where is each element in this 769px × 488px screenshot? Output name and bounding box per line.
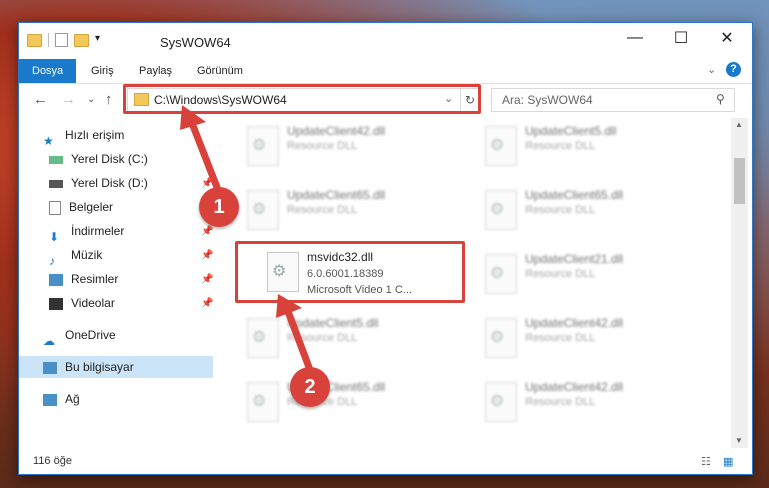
sidebar-item-label: Yerel Disk (C:) [71,152,148,166]
item-count: 116 öğe [33,455,72,467]
maximize-button[interactable]: ☐ [658,23,704,53]
sidebar-item-onedrive[interactable]: ☁ OneDrive [43,324,116,348]
document-icon [49,200,61,215]
sidebar-item-label: Bu bilgisayar [65,360,134,374]
title-bar: ▾ SysWOW64 — ☐ ✕ [19,23,752,62]
window-title: SysWOW64 [160,35,231,50]
computer-icon [43,361,57,374]
scroll-up-icon[interactable]: ▲ [735,120,743,129]
sidebar-item-label: Yerel Disk (D:) [71,176,148,190]
list-item[interactable]: UpdateClient42.dllResource DLL [239,124,459,172]
tab-gorunum[interactable]: Görünüm [187,59,253,83]
folder-icon [27,33,42,47]
dll-file-icon [247,126,279,166]
sidebar-item-local-disk-d[interactable]: Yerel Disk (D:) [49,172,148,194]
list-item[interactable]: UpdateClient65.dllResource DLL [239,188,459,236]
quick-access-toolbar: ▾ [27,33,109,47]
dll-file-icon [247,190,279,230]
search-box[interactable]: Ara: SysWOW64 ⚲ [491,88,735,112]
scroll-down-icon[interactable]: ▼ [735,436,743,445]
sidebar-item-label: Ağ [65,392,80,406]
properties-icon[interactable] [55,33,68,47]
dll-file-icon [485,254,517,294]
star-icon: ★ [43,133,54,148]
dll-file-icon [485,318,517,358]
dll-file-icon [485,382,517,422]
download-icon: ⬇ [49,229,60,244]
customize-icon[interactable]: ▾ [95,33,109,47]
tab-giris[interactable]: Giriş [81,59,124,83]
search-icon[interactable]: ⚲ [716,92,725,106]
minimize-button[interactable]: — [612,23,658,53]
list-item[interactable]: UpdateClient21.dllResource DLL [477,252,697,300]
large-icons-view-icon[interactable]: ▦ [723,455,733,468]
vertical-scrollbar[interactable]: ▲ ▼ [731,118,748,448]
picture-icon [49,273,63,286]
network-icon [43,393,57,406]
sidebar-item-videos[interactable]: Videolar [49,292,115,314]
drive-icon [49,155,63,164]
sidebar-item-quick-access[interactable]: ★ Hızlı erişim [43,124,125,148]
sidebar-item-network[interactable]: Ağ [43,388,80,410]
sidebar-item-label: Hızlı erişim [65,128,125,142]
callout-1: 1 [199,187,239,227]
sidebar-item-label: Müzik [71,248,103,262]
search-input[interactable]: Ara: SysWOW64 [502,93,593,107]
tab-dosya[interactable]: Dosya [19,59,77,83]
sidebar-item-label: Resimler [71,272,119,286]
pin-icon[interactable]: 📌 [201,250,213,261]
new-folder-icon[interactable] [74,33,89,47]
forward-icon[interactable]: → [61,91,76,108]
back-icon[interactable]: ← [33,91,48,108]
list-item[interactable]: UpdateClient42.dllResource DLL [477,380,697,428]
callout-2: 2 [290,367,330,407]
sidebar-item-music[interactable]: ♪ Müzik [49,244,103,268]
list-item[interactable]: UpdateClient65.dllResource DLL [477,188,697,236]
ribbon-tabs: Dosya Giriş Paylaş Görünüm ⌄ ? [19,59,752,84]
details-view-icon[interactable]: ☷ [701,455,711,468]
scrollbar-thumb[interactable] [734,158,745,204]
list-item[interactable]: UpdateClient42.dllResource DLL [477,316,697,364]
sidebar-item-label: Videolar [71,296,115,310]
sidebar-item-label: OneDrive [65,328,116,342]
cloud-icon: ☁ [43,333,55,348]
pin-icon[interactable]: 📌 [201,298,213,309]
tab-paylas[interactable]: Paylaş [129,59,182,83]
sidebar-item-pictures[interactable]: Resimler [49,268,118,290]
dll-file-icon [485,126,517,166]
sidebar-item-label: Belgeler [69,200,114,214]
drive-icon [49,179,63,188]
sidebar-item-this-pc[interactable]: Bu bilgisayar [19,356,213,378]
sidebar-item-documents[interactable]: Belgeler [49,196,113,218]
ribbon-expand-icon[interactable]: ⌄ [707,63,716,76]
dll-file-icon [485,190,517,230]
sidebar-item-label: İndirmeler [71,224,125,238]
film-icon [49,297,63,310]
sidebar-item-downloads[interactable]: ⬇ İndirmeler [49,220,125,244]
music-icon: ♪ [49,253,55,268]
help-icon[interactable]: ? [726,62,741,77]
list-item[interactable]: UpdateClient5.dllResource DLL [477,124,697,172]
up-icon[interactable]: ↑ [105,91,113,108]
pin-icon[interactable]: 📌 [201,226,213,237]
close-button[interactable]: ✕ [704,23,750,53]
pin-icon[interactable]: 📌 [201,274,213,285]
status-bar: 116 öğe ☷ ▦ [19,452,752,472]
sidebar-item-local-disk-c[interactable]: Yerel Disk (C:) [49,148,148,170]
recent-locations-icon[interactable]: ⌄ [87,94,95,105]
